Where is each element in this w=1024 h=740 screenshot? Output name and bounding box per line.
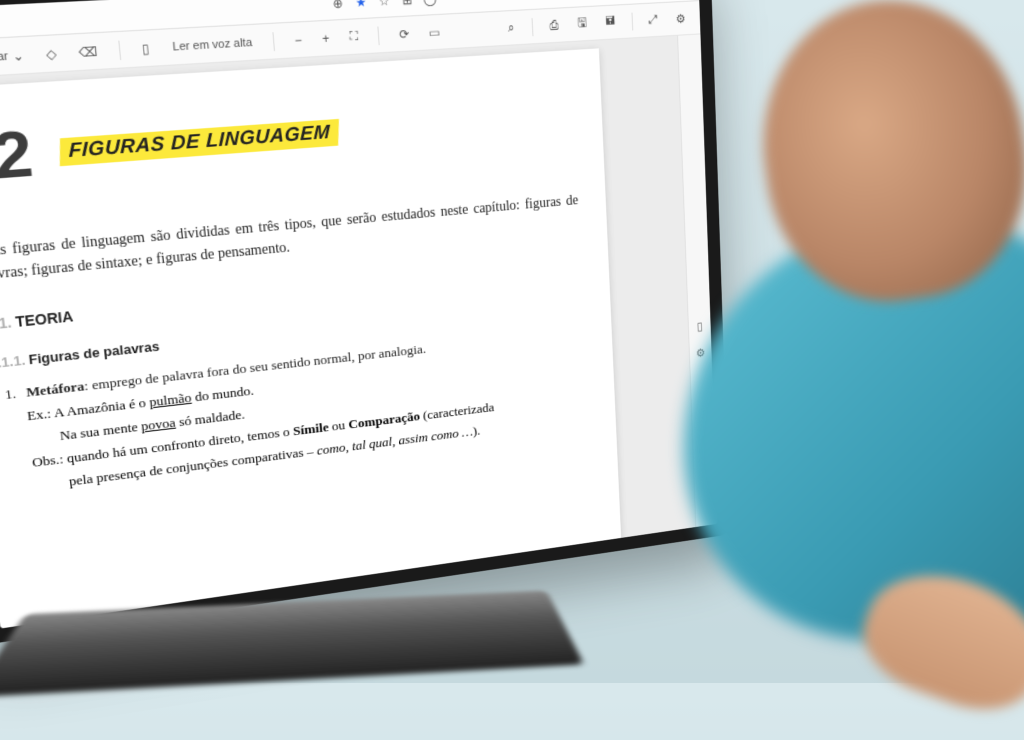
bookmark-icon[interactable]: ▯ <box>697 320 703 334</box>
sidebar-settings-icon[interactable]: ⚙ <box>696 346 706 361</box>
rotate-icon[interactable]: ⟳ <box>393 23 416 45</box>
chevron-down-icon: ⌄ <box>12 48 25 64</box>
underlined-word: pulmão <box>149 390 192 410</box>
favorites-icon[interactable]: ☆ <box>377 0 391 9</box>
subsection-number: 22.1.1. <box>0 353 26 373</box>
document-page: 22 FIGURAS DE LINGUAGEM As figuras de li… <box>0 48 623 628</box>
section-title: TEORIA <box>14 308 73 330</box>
toolbar-separator <box>631 12 633 30</box>
book-view-icon[interactable]: ▯ <box>134 37 156 60</box>
toolbar-separator <box>378 26 380 45</box>
browser-window: ⊕ ★ ☆ ⊞ ◯ ⋯ — ▢ ✕ Desenhar <box>0 0 718 629</box>
toolbar-separator <box>272 32 275 51</box>
print-icon[interactable]: ⎙ <box>543 14 564 36</box>
chapter-number: 22 <box>0 116 33 198</box>
example-prefix: Ex.: <box>26 405 54 423</box>
chapter-title: FIGURAS DE LINGUAGEM <box>60 118 339 165</box>
profile-icon[interactable]: ◯ <box>423 0 437 6</box>
erase-icon[interactable]: ⌫ <box>71 40 105 63</box>
settings-icon[interactable]: ⚙ <box>670 8 691 29</box>
fullscreen-icon[interactable]: ⤢ <box>643 9 663 31</box>
highlight-icon[interactable]: ◇ <box>38 42 64 65</box>
pdf-right-sidebar: ▯ ⚙ <box>677 34 717 527</box>
toolbar-separator <box>118 40 121 59</box>
obs-prefix: Obs.: <box>31 451 67 470</box>
collections-icon[interactable]: ⊞ <box>400 0 414 8</box>
favorite-star-icon[interactable]: ★ <box>354 0 368 10</box>
term-simile: Símile <box>292 420 329 439</box>
term-metafora: Metáfora <box>25 379 85 401</box>
underlined-word: povoa <box>141 415 177 434</box>
search-icon[interactable]: ⌕ <box>502 17 521 39</box>
chapter-header: 22 FIGURAS DE LINGUAGEM <box>0 80 576 198</box>
section-number: 22.1. <box>0 314 12 334</box>
draw-label: Desenhar <box>0 49 9 65</box>
fit-page-icon[interactable]: ⛶ <box>343 25 365 48</box>
item-number: 1. <box>4 382 24 407</box>
document-viewport[interactable]: 22 FIGURAS DE LINGUAGEM As figuras de li… <box>0 34 718 628</box>
page-view-icon[interactable]: ▭ <box>422 21 446 43</box>
saveas-icon[interactable]: 🖬 <box>599 8 621 36</box>
laptop-screen-bezel: ⊕ ★ ☆ ⊞ ◯ ⋯ — ▢ ✕ Desenhar <box>0 0 730 644</box>
browser-menu-icon[interactable]: ⋯ <box>446 0 460 5</box>
save-icon[interactable]: 🖫 <box>571 10 593 38</box>
read-aloud-button[interactable]: Ler em voz alta <box>165 33 259 57</box>
toolbar-separator <box>531 18 533 36</box>
zoom-icon[interactable]: ⊕ <box>331 0 345 11</box>
zoom-in-button[interactable]: + <box>315 27 336 49</box>
subsection-title: Figuras de palavras <box>28 339 160 368</box>
zoom-out-button[interactable]: − <box>288 29 309 51</box>
draw-button[interactable]: Desenhar ⌄ <box>0 44 32 71</box>
